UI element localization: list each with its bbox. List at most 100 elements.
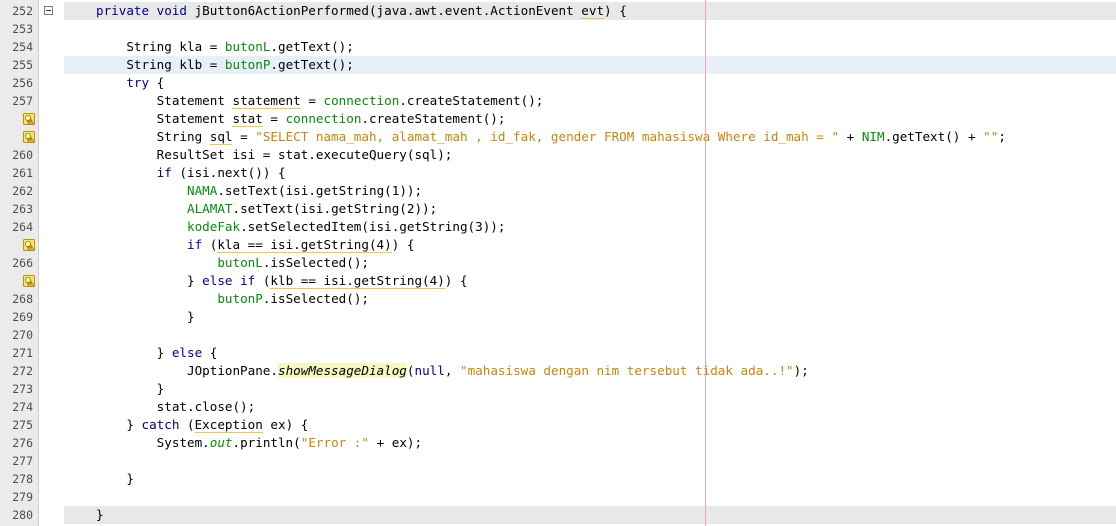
code-text[interactable]: String sql = "SELECT nama_mah, alamat_ma… [96,128,1006,146]
warning-bulb-icon[interactable] [23,113,35,125]
line-number: 269 [12,310,33,324]
code-token: = [300,93,324,108]
warning-bulb-icon[interactable] [23,131,35,143]
code-text[interactable]: private void jButton6ActionPerformed(jav… [96,2,627,20]
code-text[interactable]: } [96,380,165,398]
code-text[interactable]: Statement stat = connection.createStatem… [96,110,505,128]
code-token: sql [209,129,233,145]
line-number: 257 [12,94,33,108]
code-text[interactable]: Statement statement = connection.createS… [96,92,543,110]
code-text[interactable]: } [96,470,134,488]
code-token: } [96,417,142,432]
code-token: ( [255,273,271,288]
code-line[interactable]: 275 } catch (Exception ex) { [0,416,1116,434]
code-token: ; [998,129,1006,144]
code-token: ) { [604,3,627,18]
code-line[interactable]: 268 butonP.isSelected(); [0,290,1116,308]
code-line[interactable]: 264 kodeFak.setSelectedItem(isi.getStrin… [0,218,1116,236]
code-token: null [414,363,445,378]
code-line[interactable]: 276 System.out.println("Error :" + ex); [0,434,1116,452]
code-token: if [96,237,203,252]
code-token: (java.awt.event.ActionEvent [368,3,582,18]
code-line[interactable]: 255 String klb = butonP.getText(); [0,56,1116,74]
code-token: if [96,165,172,180]
code-token: Exception [194,417,263,433]
code-text[interactable]: ResultSet isi = stat.executeQuery(sql); [96,146,453,164]
code-token: .setText(isi.getString(2)); [232,201,438,216]
code-line[interactable]: 274 stat.close(); [0,398,1116,416]
code-line[interactable]: 269 } [0,308,1116,326]
code-text[interactable]: } [96,506,104,524]
warning-bulb-icon[interactable] [23,275,35,287]
code-line[interactable]: 263 ALAMAT.setText(isi.getString(2)); [0,200,1116,218]
code-token: String kla = [96,39,225,54]
code-line[interactable]: 257 Statement statement = connection.cre… [0,92,1116,110]
line-number: 273 [12,382,33,396]
code-line[interactable]: 270 [0,326,1116,344]
code-line[interactable]: } else if (klb == isi.getString(4)) { [0,272,1116,290]
code-text[interactable]: } catch (Exception ex) { [96,416,308,434]
code-line[interactable]: 278 } [0,470,1116,488]
code-line[interactable]: 253 [0,20,1116,38]
code-text[interactable]: } else { [96,344,218,362]
code-line[interactable]: 277 [0,452,1116,470]
code-token: private void [96,3,195,18]
warning-bulb-icon[interactable] [23,239,35,251]
line-number: 271 [12,346,33,360]
line-number: 253 [12,22,33,36]
code-text[interactable]: if (kla == isi.getString(4)) { [96,236,414,254]
code-text[interactable]: stat.close(); [96,398,256,416]
code-line[interactable]: 260 ResultSet isi = stat.executeQuery(sq… [0,146,1116,164]
code-line[interactable]: 273 } [0,380,1116,398]
code-text[interactable]: String klb = butonP.getText(); [96,56,353,74]
code-text[interactable]: butonL.isSelected(); [96,254,369,272]
code-line[interactable]: 280} [0,506,1116,524]
code-text[interactable]: NAMA.setText(isi.getString(1)); [96,182,422,200]
code-text[interactable]: String kla = butonL.getText(); [96,38,353,56]
code-line[interactable]: 272 JOptionPane.showMessageDialog(null, … [0,362,1116,380]
code-token: try [96,75,150,90]
code-token: .setSelectedItem(isi.getString(3)); [240,219,506,234]
code-token: "Error :" [300,435,369,450]
code-token: ex) { [262,417,309,432]
code-line[interactable]: 261 if (isi.next()) { [0,164,1116,182]
code-token: .createStatement(); [399,93,544,108]
line-number: 274 [12,400,33,414]
code-line[interactable]: 271 } else { [0,344,1116,362]
code-token: { [202,345,218,360]
code-token: showMessageDialog [277,363,407,378]
code-line[interactable]: 279 [0,488,1116,506]
code-text[interactable]: if (isi.next()) { [96,164,286,182]
line-number: 262 [12,184,33,198]
code-token: .isSelected(); [262,291,369,306]
code-text[interactable]: } else if (klb == isi.getString(4)) { [96,272,468,290]
code-token: "SELECT nama_mah, alamat_mah , id_fak, g… [255,129,840,144]
line-highlight [64,20,1116,38]
code-text[interactable]: System.out.println("Error :" + ex); [96,434,422,452]
code-text[interactable]: kodeFak.setSelectedItem(isi.getString(3)… [96,218,505,236]
code-line[interactable]: 252 private void jButton6ActionPerformed(… [0,2,1116,20]
code-text[interactable]: try { [96,74,164,92]
code-line[interactable]: String sql = "SELECT nama_mah, alamat_ma… [0,128,1116,146]
fold-collapse-icon[interactable] [44,6,53,15]
line-number: 268 [12,292,33,306]
code-line[interactable]: Statement stat = connection.createStatem… [0,110,1116,128]
code-line[interactable]: 256 try { [0,74,1116,92]
code-editor[interactable]: 252 private void jButton6ActionPerformed(… [0,0,1116,526]
code-token: "mahasiswa dengan nim tersebut tidak ada… [460,363,794,378]
code-text[interactable]: } [96,308,195,326]
line-highlight [64,380,1116,398]
code-text[interactable]: JOptionPane.showMessageDialog(null, "mah… [96,362,809,380]
code-token: butonL [224,39,271,54]
code-line[interactable]: if (kla == isi.getString(4)) { [0,236,1116,254]
code-text[interactable]: butonP.isSelected(); [96,290,369,308]
code-token: ); [793,363,809,378]
code-text[interactable]: ALAMAT.setText(isi.getString(2)); [96,200,437,218]
code-line[interactable]: 254 String kla = butonL.getText(); [0,38,1116,56]
code-line[interactable]: 262 NAMA.setText(isi.getString(1)); [0,182,1116,200]
code-token: butonP [217,291,263,306]
code-line[interactable]: 266 butonL.isSelected(); [0,254,1116,272]
line-number: 266 [12,256,33,270]
